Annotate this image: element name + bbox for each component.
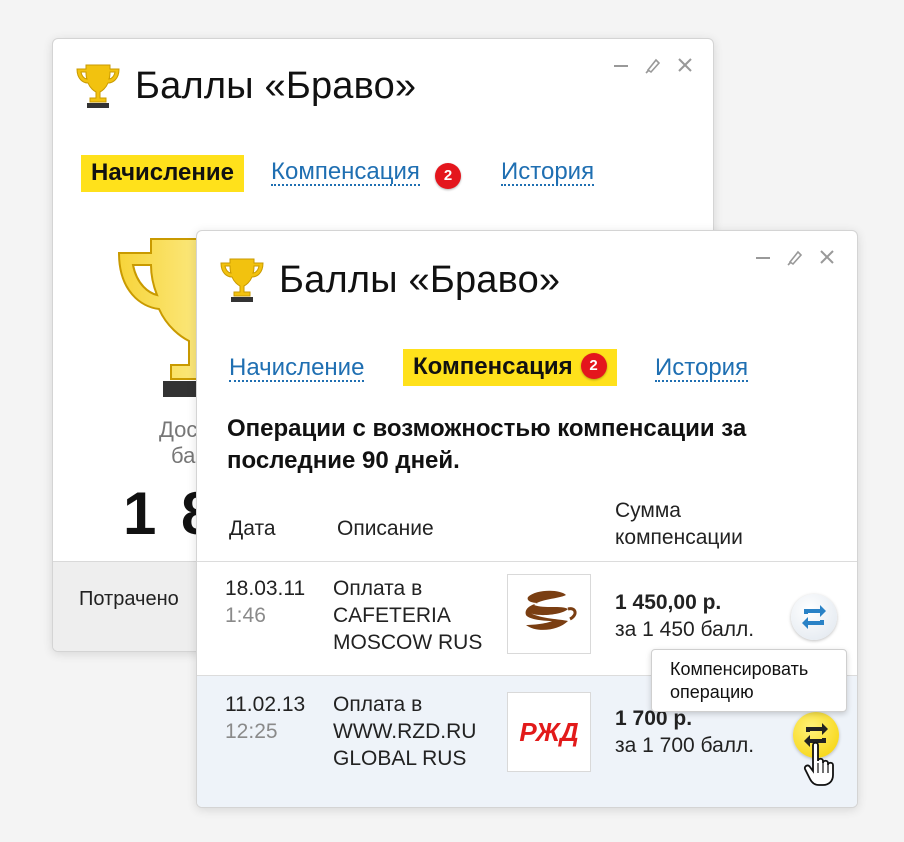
tab-compensation[interactable]: Компенсация — [271, 158, 420, 187]
tab-compensation-label: Компенсация — [413, 353, 573, 380]
row-description: Оплата в WWW.RZD.RU GLOBAL RUS — [333, 692, 476, 773]
row-description-line: WWW.RZD.RU — [333, 719, 477, 743]
window-title: Баллы «Браво» — [279, 259, 561, 301]
rzd-logo-icon: РЖД — [519, 717, 578, 747]
rzd-logo-text: РЖД — [519, 717, 578, 747]
row-description-line: MOSCOW RUS — [333, 630, 483, 654]
trophy-icon — [76, 64, 120, 108]
tab-accrual[interactable]: Начисление — [229, 355, 365, 383]
tab-history[interactable]: История — [501, 159, 595, 187]
row-amount-value: 1 450,00 р. — [615, 591, 722, 614]
row-points: за 1 700 балл. — [615, 733, 755, 757]
tab-history[interactable]: История — [655, 355, 749, 383]
close-icon[interactable] — [675, 55, 695, 75]
minimize-icon[interactable] — [753, 247, 773, 267]
row-time: 12:25 — [225, 720, 278, 743]
window-controls — [753, 247, 837, 267]
column-header-amount-line2: компенсации — [615, 526, 743, 550]
compensate-tooltip: Компенсировать операцию — [651, 649, 847, 712]
section-heading-line1: Операции с возможностью компенсации за — [227, 415, 747, 442]
tab-compensation-label: Компенсация — [271, 158, 420, 185]
close-icon[interactable] — [817, 247, 837, 267]
merchant-logo-rzd: РЖД — [507, 692, 591, 772]
row-description-line: GLOBAL RUS — [333, 746, 467, 770]
spent-label: Потрачено — [79, 588, 179, 610]
compensation-count-badge: 2 — [580, 352, 607, 379]
column-header-date: Дата — [229, 517, 276, 540]
compensate-button[interactable] — [791, 594, 837, 640]
hand-cursor-icon — [803, 741, 834, 786]
minimize-icon[interactable] — [611, 55, 631, 75]
points-label-fragment-2: ба — [171, 443, 196, 468]
row-time: 1:46 — [225, 604, 266, 627]
section-heading-line2: последние 90 дней. — [227, 447, 460, 475]
column-header-amount: Сумма компенсации — [615, 497, 743, 552]
front-window: Баллы «Браво» Начисление Компенсация 2 Ис… — [196, 230, 858, 808]
merchant-logo-cafeteria — [507, 574, 591, 654]
column-header-amount-line1: Сумма — [615, 499, 681, 522]
tab-accrual[interactable]: Начисление — [81, 155, 244, 192]
row-description-line: Оплата в — [333, 577, 423, 600]
window-controls — [611, 55, 695, 75]
row-points: за 1 450 балл. — [615, 617, 755, 641]
row-date: 18.03.11 — [225, 577, 306, 600]
coffee-cup-logo-icon — [525, 590, 577, 630]
row-amount: 1 450,00 р. за 1 450 балл. — [615, 590, 754, 644]
compensation-count-badge: 2 — [435, 163, 461, 189]
row-description-line: CAFETERIA — [333, 603, 451, 627]
trophy-icon — [220, 258, 264, 302]
pin-icon[interactable] — [785, 247, 805, 267]
tooltip-line1: Компенсировать — [670, 659, 809, 679]
tooltip-line2: операцию — [670, 681, 754, 702]
repeat-icon — [802, 605, 826, 629]
column-header-description: Описание — [337, 517, 434, 540]
row-date: 11.02.13 — [225, 693, 306, 716]
points-label-fragment: Дос — [159, 417, 198, 442]
row-description: Оплата в CAFETERIA MOSCOW RUS — [333, 576, 482, 657]
section-heading: Операции с возможностью компенсации за п… — [227, 413, 827, 478]
tab-compensation[interactable]: Компенсация 2 — [403, 349, 617, 386]
row-amount: 1 700 р. за 1 700 балл. — [615, 706, 754, 760]
row-description-line: Оплата в — [333, 693, 423, 716]
window-title: Баллы «Браво» — [135, 65, 417, 107]
pin-icon[interactable] — [643, 55, 663, 75]
